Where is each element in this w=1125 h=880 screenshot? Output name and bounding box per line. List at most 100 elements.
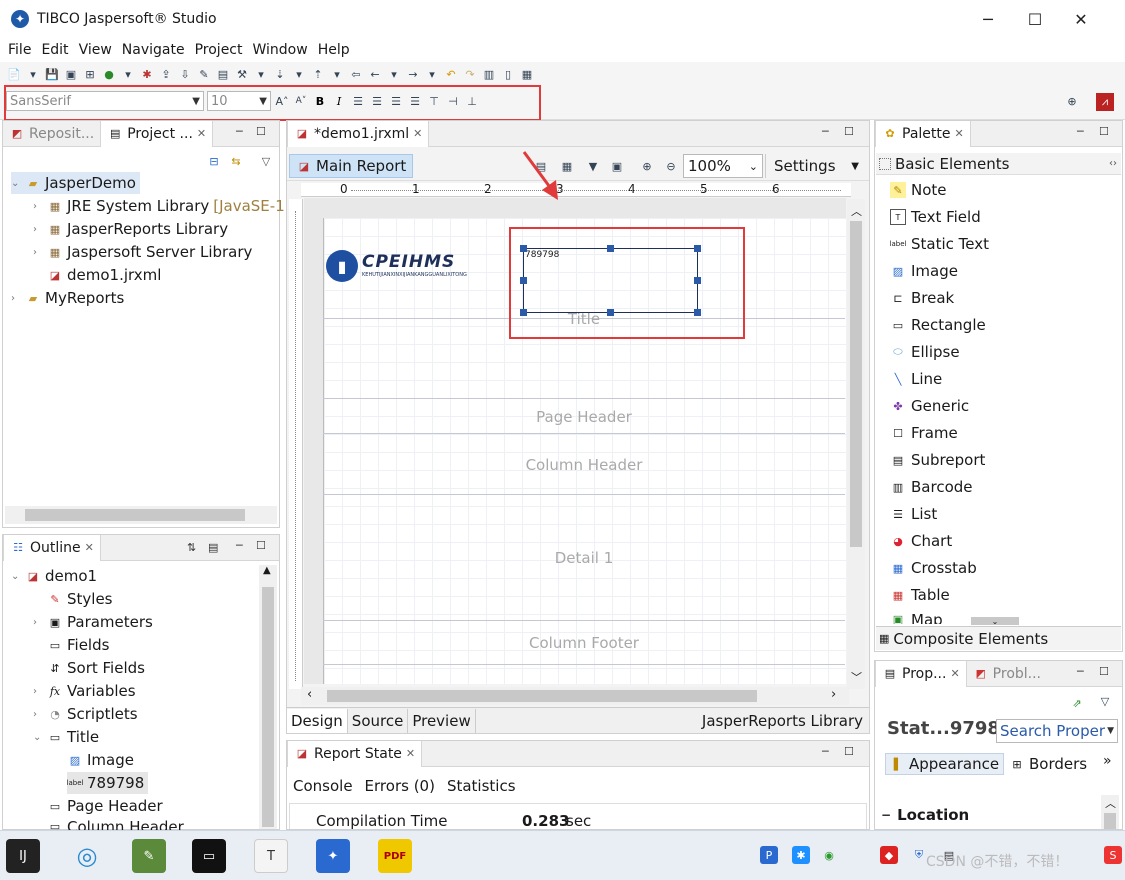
forward-arrow-icon[interactable]: →: [405, 66, 421, 82]
collapsed-icon[interactable]: ›: [33, 224, 43, 235]
outline-item-title[interactable]: ⌄ ▭ Title: [33, 726, 99, 748]
palette-item-text-field[interactable]: T Text Field: [890, 206, 981, 228]
pin-icon[interactable]: ⇗: [1069, 695, 1085, 711]
scroll-up-icon[interactable]: ︿: [1105, 795, 1116, 811]
chevron-down-icon[interactable]: ▾: [120, 66, 136, 82]
close-button[interactable]: ✕: [1058, 0, 1104, 38]
outline-item-parameters[interactable]: › ▣ Parameters: [33, 611, 153, 633]
save-all-icon[interactable]: ▣: [63, 66, 79, 82]
more-tabs-icon[interactable]: »: [1103, 753, 1112, 769]
scrollbar-thumb[interactable]: [327, 690, 757, 702]
pin-app-icon[interactable]: ✱: [792, 846, 810, 864]
undo-icon[interactable]: ↶: [443, 66, 459, 82]
notepad-icon[interactable]: ✎: [132, 839, 166, 873]
intellij-icon[interactable]: IJ: [6, 839, 40, 873]
collapsed-icon[interactable]: ›: [33, 201, 43, 212]
outline-view-icon[interactable]: ▤: [208, 541, 218, 554]
redo-icon[interactable]: ↷: [462, 66, 478, 82]
tab-outline[interactable]: ☷ Outline ✕: [3, 534, 101, 561]
browser-icon[interactable]: ◎: [70, 839, 104, 873]
collapsed-icon[interactable]: ›: [11, 293, 21, 304]
bold-button[interactable]: B: [312, 93, 328, 109]
valign-bottom-icon[interactable]: ⊥: [464, 93, 480, 109]
minimize-icon[interactable]: ─: [236, 125, 243, 138]
scroll-up-icon[interactable]: ▲: [263, 565, 271, 576]
input-method-icon[interactable]: S: [1104, 846, 1122, 864]
outline-item-static-text[interactable]: label 789798: [67, 772, 149, 794]
tree-item-jasperreports-lib[interactable]: › ▦ JasperReports Library: [33, 218, 228, 240]
palette-item-generic[interactable]: ✤ Generic: [890, 395, 969, 417]
tab-properties[interactable]: ▤ Prop... ✕: [875, 660, 967, 687]
close-icon[interactable]: ✕: [85, 541, 94, 554]
view-menu-icon[interactable]: ▽: [1097, 693, 1113, 709]
link-editor-icon[interactable]: ⇆: [228, 153, 244, 169]
pdf-icon[interactable]: PDF: [378, 839, 412, 873]
tab-console[interactable]: Console: [293, 777, 353, 795]
settings-button[interactable]: Settings ▼: [765, 154, 867, 178]
edit-icon[interactable]: ✎: [196, 66, 212, 82]
palette-item-note[interactable]: ✎ Note: [890, 179, 947, 201]
menu-window[interactable]: Window: [249, 42, 312, 58]
properties-scrollbar[interactable]: ︿: [1101, 795, 1119, 829]
maximize-icon[interactable]: ☐: [1099, 125, 1109, 138]
close-icon[interactable]: ✕: [950, 667, 959, 680]
maximize-icon[interactable]: ☐: [1099, 665, 1109, 678]
tree-item-demo1[interactable]: ◪ demo1.jrxml: [33, 264, 162, 286]
search-properties-input[interactable]: Search Proper ▼: [996, 719, 1118, 743]
scroll-up-icon[interactable]: ︿: [851, 203, 862, 219]
font-size-select[interactable]: 10 ▼: [207, 91, 271, 111]
close-icon[interactable]: ✕: [413, 127, 422, 140]
minimize-icon[interactable]: ─: [822, 745, 829, 758]
chevron-down-icon[interactable]: ▾: [329, 66, 345, 82]
menu-edit[interactable]: Edit: [37, 42, 72, 58]
collapsed-icon[interactable]: ›: [33, 617, 43, 628]
debug-icon[interactable]: ✱: [139, 66, 155, 82]
palette-item-static-text[interactable]: label Static Text: [890, 233, 989, 255]
compile-icon[interactable]: ⊞: [82, 66, 98, 82]
outline-item-sort-fields[interactable]: ⇵ Sort Fields: [33, 657, 145, 679]
minimize-icon[interactable]: ─: [822, 125, 829, 138]
view-menu-icon[interactable]: ▽: [258, 153, 274, 169]
wand-icon[interactable]: ⚒: [234, 66, 250, 82]
tab-preview[interactable]: Preview: [408, 708, 476, 733]
scrollbar-thumb[interactable]: [1104, 813, 1116, 829]
italic-button[interactable]: I: [331, 93, 347, 109]
chevron-down-icon[interactable]: ▾: [424, 66, 440, 82]
font-grow-icon[interactable]: A˄: [274, 93, 290, 109]
font-shrink-icon[interactable]: A˅: [293, 93, 309, 109]
sort-icon[interactable]: ⇅: [187, 541, 196, 554]
menu-help[interactable]: Help: [314, 42, 354, 58]
scrollbar-thumb[interactable]: [25, 509, 245, 521]
outline-item-scriptlets[interactable]: › ◔ Scriptlets: [33, 703, 138, 725]
tree-item-jre[interactable]: › ▦ JRE System Library [JavaSE-1.: [33, 195, 290, 217]
palette-item-barcode[interactable]: ▥ Barcode: [890, 476, 973, 498]
tab-source[interactable]: Source: [348, 708, 409, 733]
back-icon[interactable]: ⇦: [348, 66, 364, 82]
collapsed-icon[interactable]: ›: [33, 247, 43, 258]
menu-navigate[interactable]: Navigate: [118, 42, 189, 58]
collapse-icon[interactable]: −: [881, 808, 891, 822]
outline-item-demo1[interactable]: ⌄ ◪ demo1: [11, 565, 97, 587]
outline-item-page-header[interactable]: ▭ Page Header: [33, 795, 163, 817]
palette-item-frame[interactable]: ☐ Frame: [890, 422, 958, 444]
minimize-button[interactable]: ─: [965, 0, 1011, 38]
scrollbar-thumb[interactable]: [850, 221, 862, 547]
palette-item-table[interactable]: ▦ Table: [890, 584, 950, 606]
close-icon[interactable]: ✕: [406, 747, 415, 760]
maximize-icon[interactable]: ☐: [256, 539, 266, 552]
maximize-icon[interactable]: ☐: [844, 125, 854, 138]
layout2-icon[interactable]: ▯: [500, 66, 516, 82]
collapse-all-icon[interactable]: ⊟: [206, 153, 222, 169]
minimize-icon[interactable]: ─: [236, 539, 243, 552]
zoom-select[interactable]: 100% ⌄: [683, 154, 763, 178]
location-section[interactable]: − Location: [881, 806, 969, 824]
report-perspective-icon[interactable]: ⩘: [1096, 93, 1114, 111]
run-icon[interactable]: ●: [101, 66, 117, 82]
palette-item-list[interactable]: ☰ List: [890, 503, 937, 525]
chevron-down-icon[interactable]: ▾: [253, 66, 269, 82]
minimize-icon[interactable]: ─: [1077, 125, 1084, 138]
layout3-icon[interactable]: ▦: [519, 66, 535, 82]
scroll-left-icon[interactable]: ‹: [307, 687, 312, 702]
save-icon[interactable]: 💾: [44, 66, 60, 82]
palette-section-composite[interactable]: ▦ Composite Elements: [876, 626, 1121, 650]
